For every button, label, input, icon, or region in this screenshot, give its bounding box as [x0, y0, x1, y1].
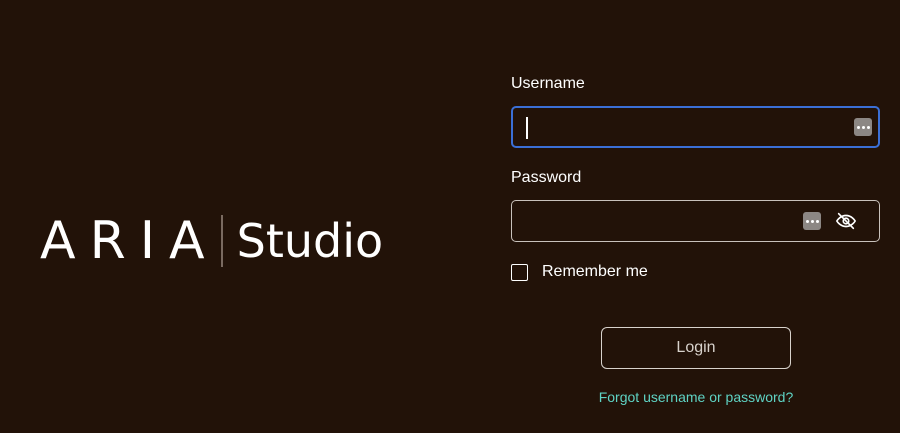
more-dots-icon[interactable] — [854, 118, 872, 136]
password-input[interactable] — [511, 200, 880, 242]
password-label: Password — [511, 169, 582, 186]
text-caret — [526, 117, 528, 139]
logo-wordmark: ARIA — [40, 211, 219, 271]
eye-slash-icon[interactable] — [835, 210, 857, 232]
username-label: Username — [511, 75, 585, 92]
more-dots-icon[interactable] — [803, 212, 821, 230]
remember-me-checkbox[interactable] — [511, 263, 528, 281]
remember-me[interactable]: Remember me — [511, 263, 648, 281]
forgot-credentials-link[interactable]: Forgot username or password? — [511, 389, 881, 405]
aria-studio-logo: ARIA Studio — [40, 208, 383, 274]
logo-subtitle: Studio — [236, 214, 384, 268]
logo-divider — [220, 215, 223, 267]
username-input[interactable] — [511, 106, 880, 148]
login-button[interactable]: Login — [601, 327, 791, 369]
login-page: ARIA Studio Username Password Remember m… — [0, 0, 900, 433]
remember-me-label: Remember me — [542, 263, 648, 280]
